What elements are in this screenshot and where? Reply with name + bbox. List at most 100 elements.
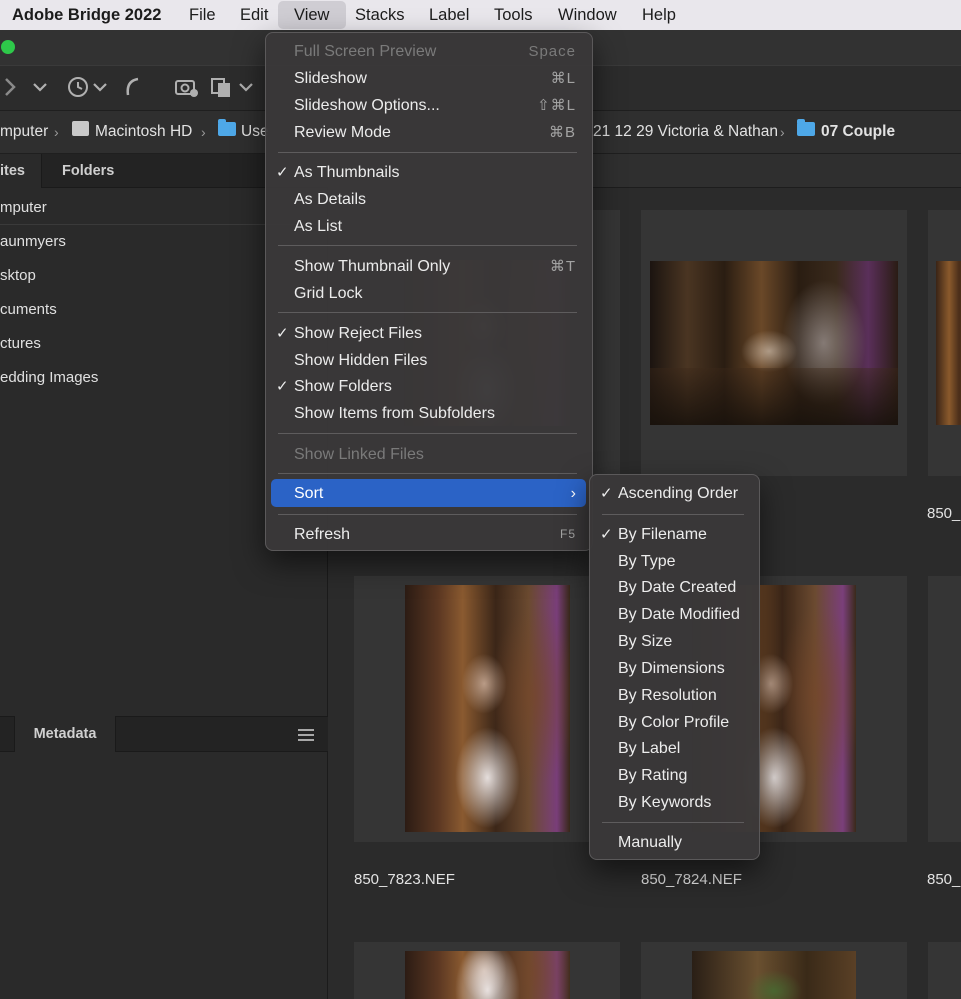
menu-item-label: Slideshow <box>294 70 367 87</box>
thumbnail-filename: 850_ <box>927 871 961 888</box>
menu-item-shortcut: Space <box>528 43 576 60</box>
menu-item-show-linked-files: Show Linked Files <box>266 441 592 468</box>
menu-label[interactable]: Label <box>429 0 469 30</box>
thumbnail-cell[interactable] <box>928 210 961 476</box>
photo-thumbnail <box>692 951 856 999</box>
menu-separator <box>278 245 577 246</box>
menu-item-label: By Date Created <box>618 579 737 596</box>
menu-item-label: By Type <box>618 553 676 570</box>
menu-item-grid-lock[interactable]: Grid Lock <box>266 280 592 307</box>
menu-item-label: Show Reject Files <box>294 325 423 342</box>
menu-help[interactable]: Help <box>642 0 676 30</box>
sort-by-resolution[interactable]: By Resolution <box>590 682 759 709</box>
menu-item-sort[interactable]: Sort › <box>266 480 592 507</box>
app-menu[interactable]: Adobe Bridge 2022 <box>12 0 161 30</box>
menu-item-slideshow[interactable]: Slideshow ⌘L <box>266 65 592 92</box>
menu-item-label: By Rating <box>618 767 688 784</box>
menu-item-show-hidden-files[interactable]: Show Hidden Files <box>266 347 592 374</box>
sort-by-dimensions[interactable]: By Dimensions <box>590 655 759 682</box>
menu-item-as-details[interactable]: As Details <box>266 186 592 213</box>
thumbnail-cell[interactable] <box>354 942 620 999</box>
menu-item-label: Show Thumbnail Only <box>294 258 451 275</box>
sort-ascending-order[interactable]: ✓ Ascending Order <box>590 480 759 507</box>
menu-item-as-list[interactable]: As List <box>266 213 592 240</box>
menu-item-label: Manually <box>618 834 683 851</box>
menu-item-refresh[interactable]: Refresh F5 <box>266 521 592 548</box>
menu-item-as-thumbnails[interactable]: ✓ As Thumbnails <box>266 159 592 186</box>
thumbnail-cell[interactable] <box>641 210 907 476</box>
chevron-down-icon[interactable] <box>86 73 114 101</box>
menu-item-label: Show Folders <box>294 378 392 395</box>
menu-item-label: Grid Lock <box>294 285 363 302</box>
menu-item-shortcut: ⌘T <box>549 258 576 275</box>
menu-item-label: Show Hidden Files <box>294 352 428 369</box>
sort-by-size[interactable]: By Size <box>590 628 759 655</box>
sort-by-date-created[interactable]: By Date Created <box>590 574 759 601</box>
chevron-right-icon: › <box>780 124 785 140</box>
menu-edit[interactable]: Edit <box>240 0 268 30</box>
sort-by-rating[interactable]: By Rating <box>590 762 759 789</box>
checkmark-icon: ✓ <box>600 526 613 543</box>
thumbnail-cell[interactable] <box>641 942 907 999</box>
path-item-computer[interactable]: mputer <box>0 111 48 153</box>
favorite-wedding-images[interactable]: edding Images <box>0 361 300 395</box>
sort-by-type[interactable]: By Type <box>590 548 759 575</box>
menu-separator <box>278 312 577 313</box>
menu-item-label: By Resolution <box>618 687 717 704</box>
menu-item-show-reject-files[interactable]: ✓ Show Reject Files <box>266 320 592 347</box>
sort-by-label[interactable]: By Label <box>590 735 759 762</box>
menu-window[interactable]: Window <box>558 0 617 30</box>
menu-item-label: By Label <box>618 740 681 757</box>
sort-manually[interactable]: Manually <box>590 829 759 856</box>
forward-arrow-icon[interactable] <box>0 73 28 101</box>
favorite-pictures[interactable]: ctures <box>0 327 300 361</box>
tab-favorites[interactable]: ites <box>0 154 42 188</box>
menu-stacks[interactable]: Stacks <box>355 0 405 30</box>
favorite-desktop[interactable]: sktop <box>0 259 300 293</box>
favorite-user-home[interactable]: aunmyers <box>0 225 300 259</box>
menu-item-label: As Thumbnails <box>294 164 400 181</box>
menu-separator <box>278 433 577 434</box>
camera-import-icon[interactable] <box>172 73 200 101</box>
tab-folders[interactable]: Folders <box>62 154 114 188</box>
sort-by-color-profile[interactable]: By Color Profile <box>590 709 759 736</box>
menu-view[interactable]: View <box>294 0 329 30</box>
menu-item-label: Refresh <box>294 526 351 543</box>
menu-item-review-mode[interactable]: Review Mode ⌘B <box>266 119 592 146</box>
menu-item-slideshow-options[interactable]: Slideshow Options... ⇧⌘L <box>266 92 592 119</box>
menu-file[interactable]: File <box>189 0 216 30</box>
thumbnail-cell[interactable] <box>928 942 961 999</box>
menu-tools[interactable]: Tools <box>494 0 533 30</box>
path-item-event-folder[interactable]: 21 12 29 Victoria & Nathan <box>593 111 778 153</box>
tab-metadata[interactable]: Metadata <box>14 716 116 752</box>
chevron-down-icon[interactable] <box>232 73 260 101</box>
sort-by-keywords[interactable]: By Keywords <box>590 789 759 816</box>
path-item-current-folder[interactable]: 07 Couple <box>821 111 895 153</box>
menu-item-show-folders[interactable]: ✓ Show Folders <box>266 373 592 400</box>
menu-item-label: As List <box>294 218 343 235</box>
photo-thumbnail <box>405 585 570 832</box>
panel-menu-icon[interactable] <box>298 729 314 741</box>
return-boomerang-icon[interactable] <box>118 73 146 101</box>
menu-item-label: Ascending Order <box>618 485 739 502</box>
menu-item-label: By Dimensions <box>618 660 725 677</box>
thumbnail-cell[interactable] <box>928 576 961 842</box>
hard-drive-icon <box>72 121 89 136</box>
menubar: Adobe Bridge 2022 File Edit View Stacks … <box>0 0 961 30</box>
zoom-window-button[interactable] <box>1 40 15 54</box>
menu-item-label: Sort <box>294 485 324 502</box>
checkmark-icon: ✓ <box>276 325 289 342</box>
favorite-documents[interactable]: cuments <box>0 293 300 327</box>
thumbnail-cell[interactable] <box>354 576 620 842</box>
path-item-macintosh-hd[interactable]: Macintosh HD <box>95 111 192 153</box>
sort-by-date-modified[interactable]: By Date Modified <box>590 601 759 628</box>
chevron-down-icon[interactable] <box>26 73 54 101</box>
menu-separator <box>602 514 744 515</box>
menu-item-show-thumbnail-only[interactable]: Show Thumbnail Only ⌘T <box>266 253 592 280</box>
menu-separator <box>278 473 577 474</box>
sort-by-filename[interactable]: ✓ By Filename <box>590 521 759 548</box>
thumbnail-filename: 850_ <box>927 505 961 522</box>
menu-item-show-items-from-subfolders[interactable]: Show Items from Subfolders <box>266 400 592 427</box>
favorite-computer[interactable]: mputer <box>0 191 300 225</box>
menu-item-label: As Details <box>294 191 367 208</box>
